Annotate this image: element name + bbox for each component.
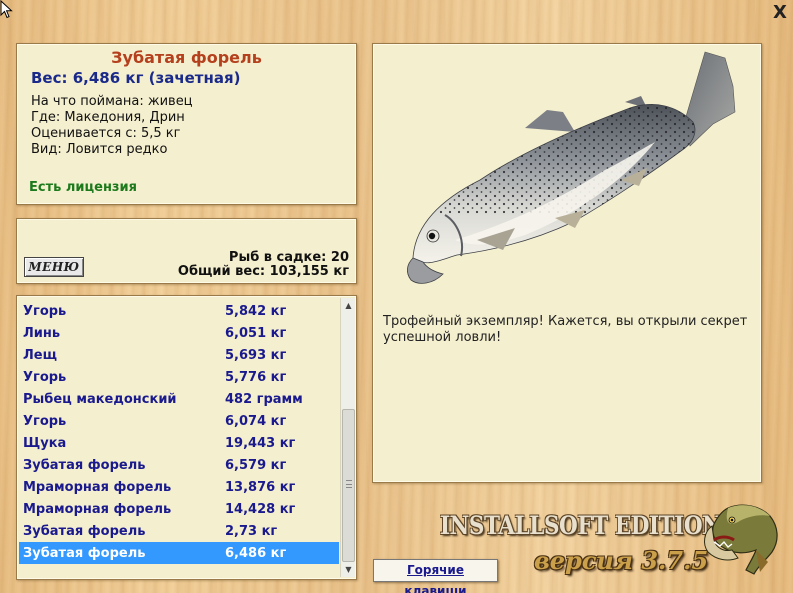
bait-detail: На что поймана: живец: [31, 94, 193, 109]
close-button[interactable]: X: [770, 4, 790, 24]
fish-count: Рыб в садке: 20: [228, 250, 349, 265]
catch-fish-weight: 13,876 кг: [225, 480, 296, 495]
catch-fish-name: Угорь: [23, 370, 67, 385]
catch-fish-weight: 14,428 кг: [225, 502, 296, 517]
version-label: версия 3.7.5: [534, 546, 709, 575]
scrollbar-grip-icon: [346, 480, 352, 488]
total-weight: Общий вес: 103,155 кг: [177, 264, 349, 279]
catch-list-row[interactable]: Угорь 6,074 кг: [19, 410, 339, 432]
scroll-up-arrow-icon[interactable]: ▲: [341, 298, 356, 313]
catch-fish-name: Линь: [23, 326, 61, 341]
catch-fish-name: Мраморная форель: [23, 480, 172, 495]
catch-list-panel: Угорь 5,842 кг Линь 6,051 кг Лещ 5,693 кг Угор…: [16, 295, 357, 580]
catch-fish-name: Угорь: [23, 414, 67, 429]
location-detail: Где: Македония, Дрин: [31, 110, 185, 125]
catch-fish-name: Зубатая форель: [23, 524, 146, 539]
license-status: Есть лицензия: [29, 180, 137, 195]
catch-list-row[interactable]: Лещ 5,693 кг: [19, 344, 339, 366]
mouse-cursor-icon: [0, 0, 13, 19]
catch-fish-name: Мраморная форель: [23, 502, 172, 517]
catch-fish-weight: 2,73 кг: [225, 524, 278, 539]
fish-info-panel: Зубатая форель Вес: 6,486 кг (зачетная) …: [16, 43, 357, 205]
catch-fish-name: Щука: [23, 436, 67, 451]
catch-fish-weight: 5,842 кг: [225, 304, 287, 319]
pike-fish-logo-icon: [704, 504, 778, 575]
fish-comment: Трофейный экземпляр! Кажется, вы открыли…: [383, 314, 748, 345]
catch-list-row[interactable]: Мраморная форель 14,428 кг: [19, 498, 339, 520]
catch-fish-weight: 6,486 кг: [225, 546, 287, 561]
scrollbar-thumb[interactable]: [342, 409, 355, 562]
catch-fish-name: Зубатая форель: [23, 458, 146, 473]
catch-fish-weight: 482 грамм: [225, 392, 303, 407]
catch-fish-name: Рыбец македонский: [23, 392, 177, 407]
catch-list-row[interactable]: Мраморная форель 13,876 кг: [19, 476, 339, 498]
hotkeys-button[interactable]: Горячие клавиши: [373, 559, 498, 593]
catch-fish-weight: 6,579 кг: [225, 458, 287, 473]
fish-title: Зубатая форель: [111, 48, 262, 67]
catch-list-row[interactable]: Зубатая форель 6,486 кг: [19, 542, 339, 564]
catch-fish-weight: 6,051 кг: [225, 326, 287, 341]
species-rarity-detail: Вид: Ловится редко: [31, 142, 168, 157]
catch-fish-weight: 5,776 кг: [225, 370, 287, 385]
catch-list-scrollbar[interactable]: ▲ ▼: [340, 298, 355, 577]
catch-list-row[interactable]: Рыбец македонский 482 грамм: [19, 388, 339, 410]
catch-list-row[interactable]: Угорь 5,842 кг: [19, 300, 339, 322]
edition-logo-text: INSTALLSOFT EDITION: [440, 511, 722, 540]
catch-list-row[interactable]: Щука 19,443 кг: [19, 432, 339, 454]
scroll-down-arrow-icon[interactable]: ▼: [341, 562, 356, 577]
catch-fish-weight: 5,693 кг: [225, 348, 287, 363]
rating-detail: Оценивается с: 5,5 кг: [31, 126, 181, 141]
menu-button[interactable]: МЕНЮ: [24, 257, 84, 277]
fish-picture-panel: Трофейный экземпляр! Кажется, вы открыли…: [372, 43, 762, 483]
catch-list-row[interactable]: Линь 6,051 кг: [19, 322, 339, 344]
catch-list-row[interactable]: Зубатая форель 6,579 кг: [19, 454, 339, 476]
catch-list-row[interactable]: Зубатая форель 2,73 кг: [19, 520, 339, 542]
catch-fish-name: Лещ: [23, 348, 57, 363]
trout-image: [407, 51, 736, 284]
catch-fish-weight: 19,443 кг: [225, 436, 296, 451]
cage-stats-panel: МЕНЮ Рыб в садке: 20 Общий вес: 103,155 …: [16, 218, 357, 284]
catch-fish-weight: 6,074 кг: [225, 414, 287, 429]
catch-fish-name: Угорь: [23, 304, 67, 319]
catch-list: Угорь 5,842 кг Линь 6,051 кг Лещ 5,693 кг Угор…: [19, 300, 339, 564]
fish-weight: Вес: 6,486 кг (зачетная): [31, 69, 241, 87]
catch-list-row[interactable]: Угорь 5,776 кг: [19, 366, 339, 388]
catch-fish-name: Зубатая форель: [23, 546, 146, 561]
